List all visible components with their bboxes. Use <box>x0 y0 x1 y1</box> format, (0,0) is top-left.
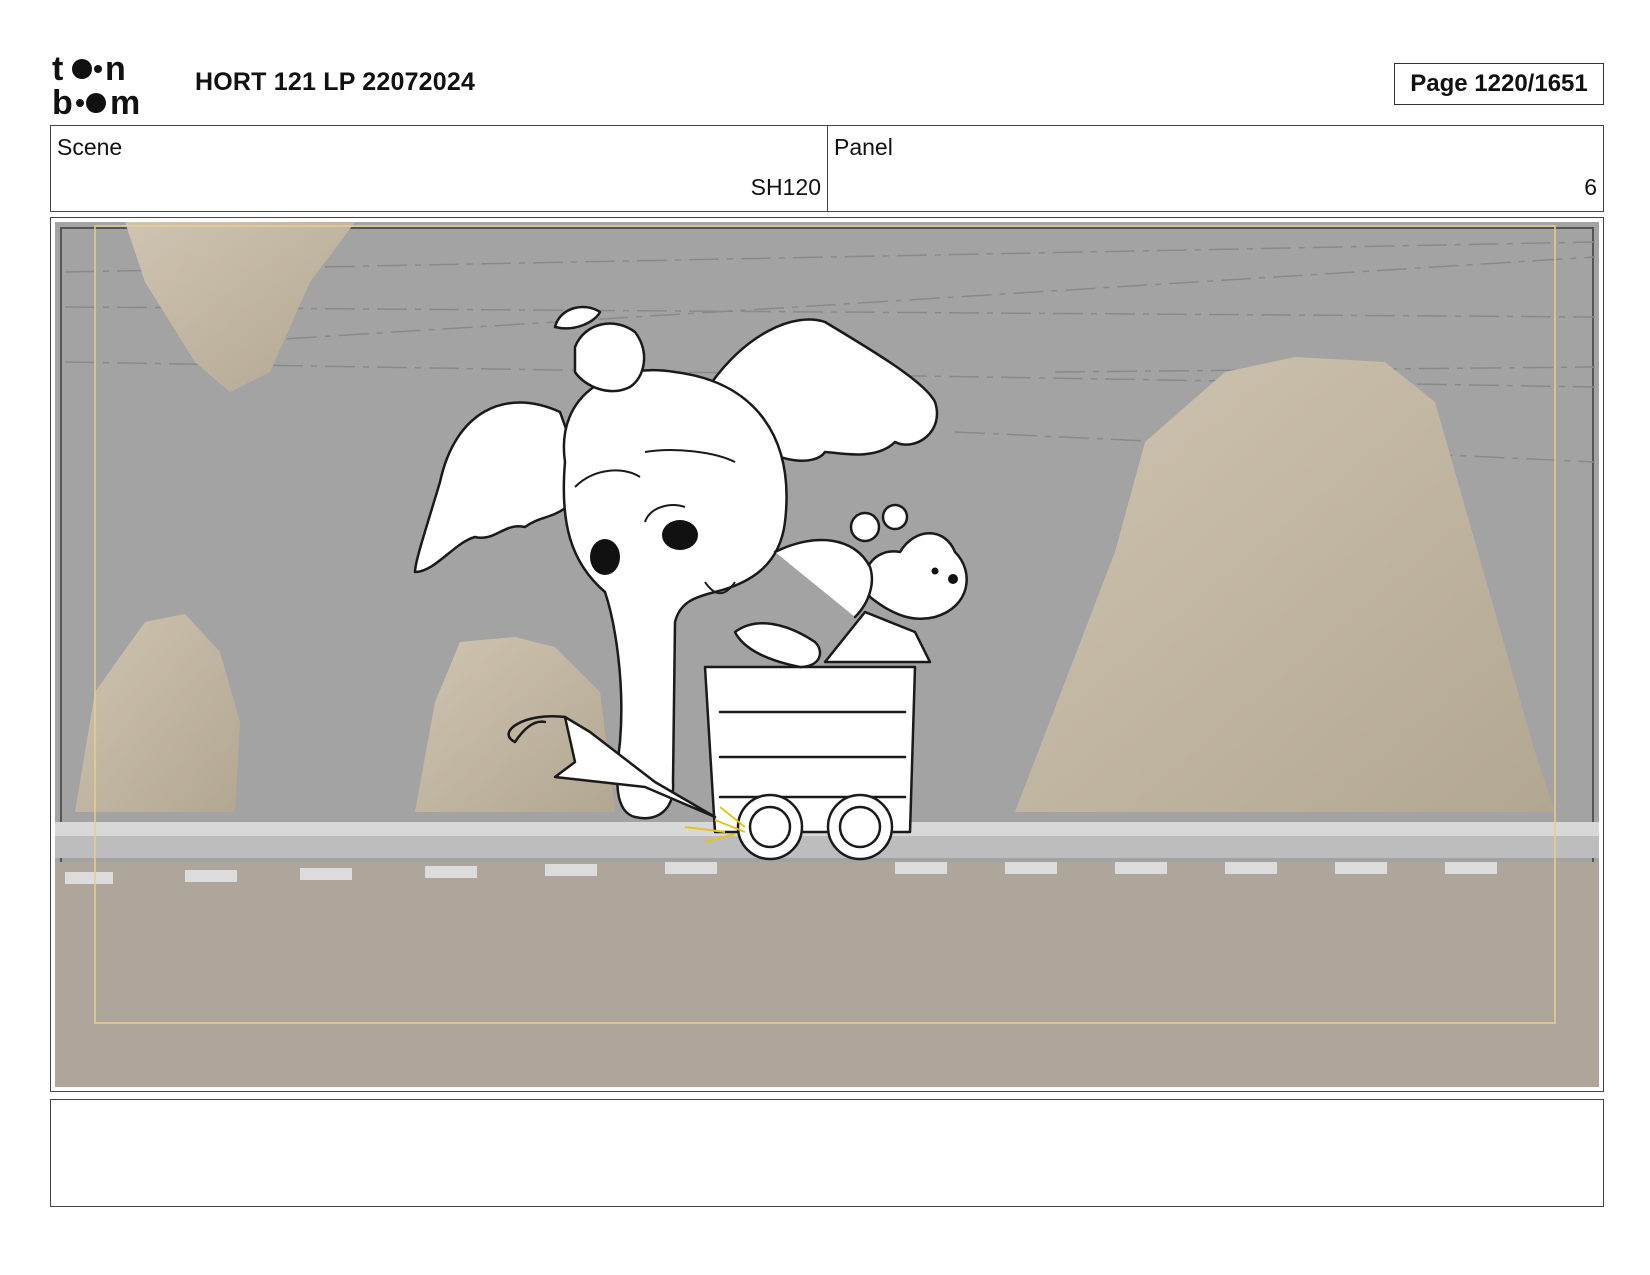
page-number: Page 1220/1651 <box>1394 63 1604 105</box>
scene-label: Scene <box>57 134 123 160</box>
svg-text:b: b <box>52 84 73 118</box>
scene-cell: Scene SH120 <box>51 126 828 211</box>
storyboard-drawing <box>55 222 1599 1087</box>
panel-label: Panel <box>834 134 893 160</box>
document-title: HORT 121 LP 22072024 <box>195 68 476 96</box>
toonboom-logo: t n b m <box>52 52 140 118</box>
svg-text:t: t <box>52 52 63 88</box>
scene-panel-info: Scene SH120 Panel 6 <box>50 125 1604 212</box>
svg-text:m: m <box>110 84 140 118</box>
panel-value: 6 <box>1584 174 1597 200</box>
storyboard-panel-frame <box>50 217 1604 1092</box>
scene-value: SH120 <box>750 174 821 200</box>
panel-notes <box>50 1099 1604 1207</box>
svg-text:n: n <box>105 52 126 88</box>
panel-cell: Panel 6 <box>828 126 1603 211</box>
